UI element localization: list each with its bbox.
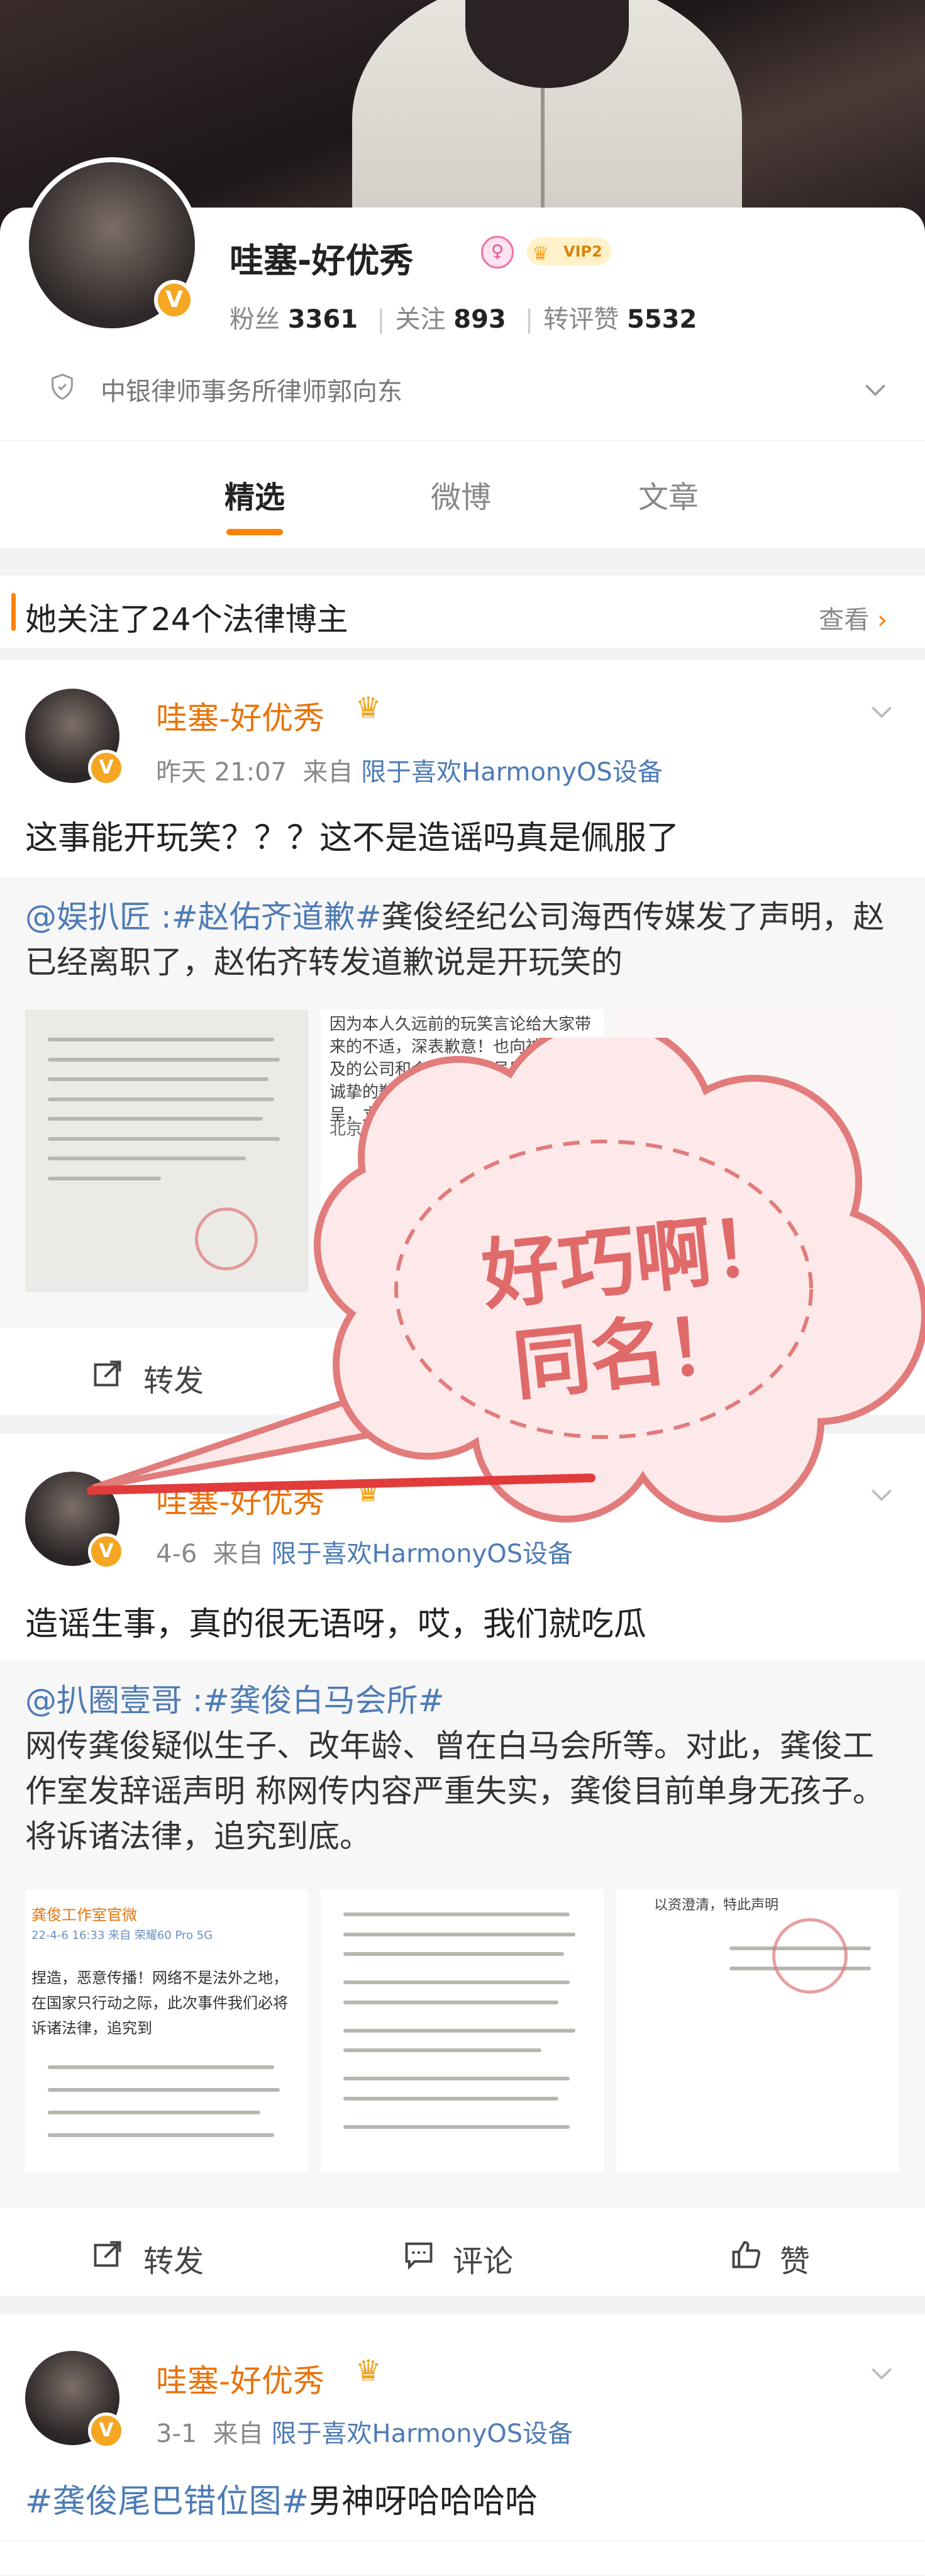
profile-name: 哇塞-好优秀: [230, 241, 414, 280]
repost-icon: [94, 2241, 121, 2267]
crown-icon: ♛: [355, 2353, 382, 2387]
active-tab-indicator: [226, 529, 283, 535]
certification-text: 中银律师事务所律师郭向东: [101, 377, 402, 406]
profile-stats: 粉丝 3361 | 关注 893 | 转评赞 5532: [230, 299, 706, 335]
image-meta: 22-4-6 16:33 来自 荣耀60 Pro 5G: [31, 1929, 213, 1942]
quoted-text: @扒圈壹哥 :#龚俊白马会所# 网传龚俊疑似生子、改年龄、曾在白马会所等。对此，龚…: [25, 1682, 884, 1855]
post-meta: 3-1 来自 限于喜欢HarmonyOS设备: [156, 2419, 573, 2448]
stat-followers[interactable]: 粉丝 3361: [230, 305, 367, 334]
post-text: 造谣生事，真的很无语呀，哎，我们就吃瓜: [25, 1606, 647, 1643]
tab-featured[interactable]: 精选: [224, 472, 285, 516]
post-image[interactable]: [321, 1890, 604, 2173]
shield-icon: [52, 374, 73, 400]
post-author[interactable]: 哇塞-好优秀: [156, 2356, 324, 2401]
stat-interactions[interactable]: 转评赞 5532: [543, 305, 706, 334]
crown-icon: ♛: [355, 691, 382, 724]
post-meta: 昨天 21:07 来自 限于喜欢HarmonyOS设备: [156, 758, 663, 787]
like-button[interactable]: 赞: [780, 2236, 810, 2280]
chevron-down-icon[interactable]: [868, 2360, 895, 2387]
stat-following[interactable]: 关注 893: [396, 305, 515, 334]
post-actions-partial: [0, 2541, 925, 2576]
profile-tabs: 精选 微博 文章: [0, 440, 925, 548]
hashtag-link[interactable]: #龚俊尾巴错位图#: [25, 2483, 309, 2521]
repost-button[interactable]: 转发: [143, 2236, 204, 2280]
quoted-text: @娱扒匠 :#赵佑齐道歉#龚俊经纪公司海西传媒发了声明，赵已经离职了，赵佑齐转发…: [25, 899, 885, 980]
post-text: 这事能开玩笑？？？这不是造谣吗真是佩服了: [25, 819, 680, 857]
verified-badge-icon: V: [88, 1533, 125, 1570]
post-actions: 转发 评论 赞: [0, 2207, 925, 2296]
verified-badge-icon: V: [88, 750, 125, 786]
image-text: 捏造，恶意传播！网络不是法外之地，在国家只行动之际，此次事件我们必将诉诸法律，追…: [31, 1969, 288, 2037]
like-icon: [732, 2241, 761, 2268]
crown-icon: ♛: [532, 243, 549, 265]
post-image[interactable]: 以资澄清，特此声明: [616, 1890, 899, 2173]
post-author[interactable]: 哇塞-好优秀: [156, 693, 324, 738]
comment-icon: [405, 2242, 433, 2270]
image-footer: 以资澄清，特此声明: [654, 1897, 779, 1913]
tab-articles[interactable]: 文章: [638, 472, 699, 516]
tab-weibo[interactable]: 微博: [431, 472, 491, 516]
verified-badge-icon: V: [154, 280, 194, 320]
vip-badge[interactable]: ♛ VIP2: [527, 238, 611, 265]
notice-view-link[interactable]: 查看 ›: [819, 599, 887, 636]
notice-banner[interactable]: 她关注了24个法律博主 查看 ›: [0, 575, 925, 648]
image-header: 龚俊工作室官微: [31, 1906, 137, 1924]
chevron-down-icon[interactable]: [868, 698, 895, 726]
chevron-down-icon[interactable]: [861, 376, 889, 404]
chevron-right-icon: ›: [877, 606, 887, 635]
female-icon: ♀: [481, 236, 514, 269]
post-meta: 4-6 来自 限于喜欢HarmonyOS设备: [156, 1540, 573, 1568]
post-text: #龚俊尾巴错位图#男神呀哈哈哈哈: [25, 2483, 538, 2521]
verified-badge-icon: V: [88, 2412, 125, 2449]
comment-button[interactable]: 评论: [453, 2236, 513, 2280]
post-image[interactable]: 龚俊工作室官微 22-4-6 16:33 来自 荣耀60 Pro 5G 捏造，恶…: [25, 1890, 308, 2173]
notice-text: 她关注了24个法律博主: [25, 601, 348, 638]
